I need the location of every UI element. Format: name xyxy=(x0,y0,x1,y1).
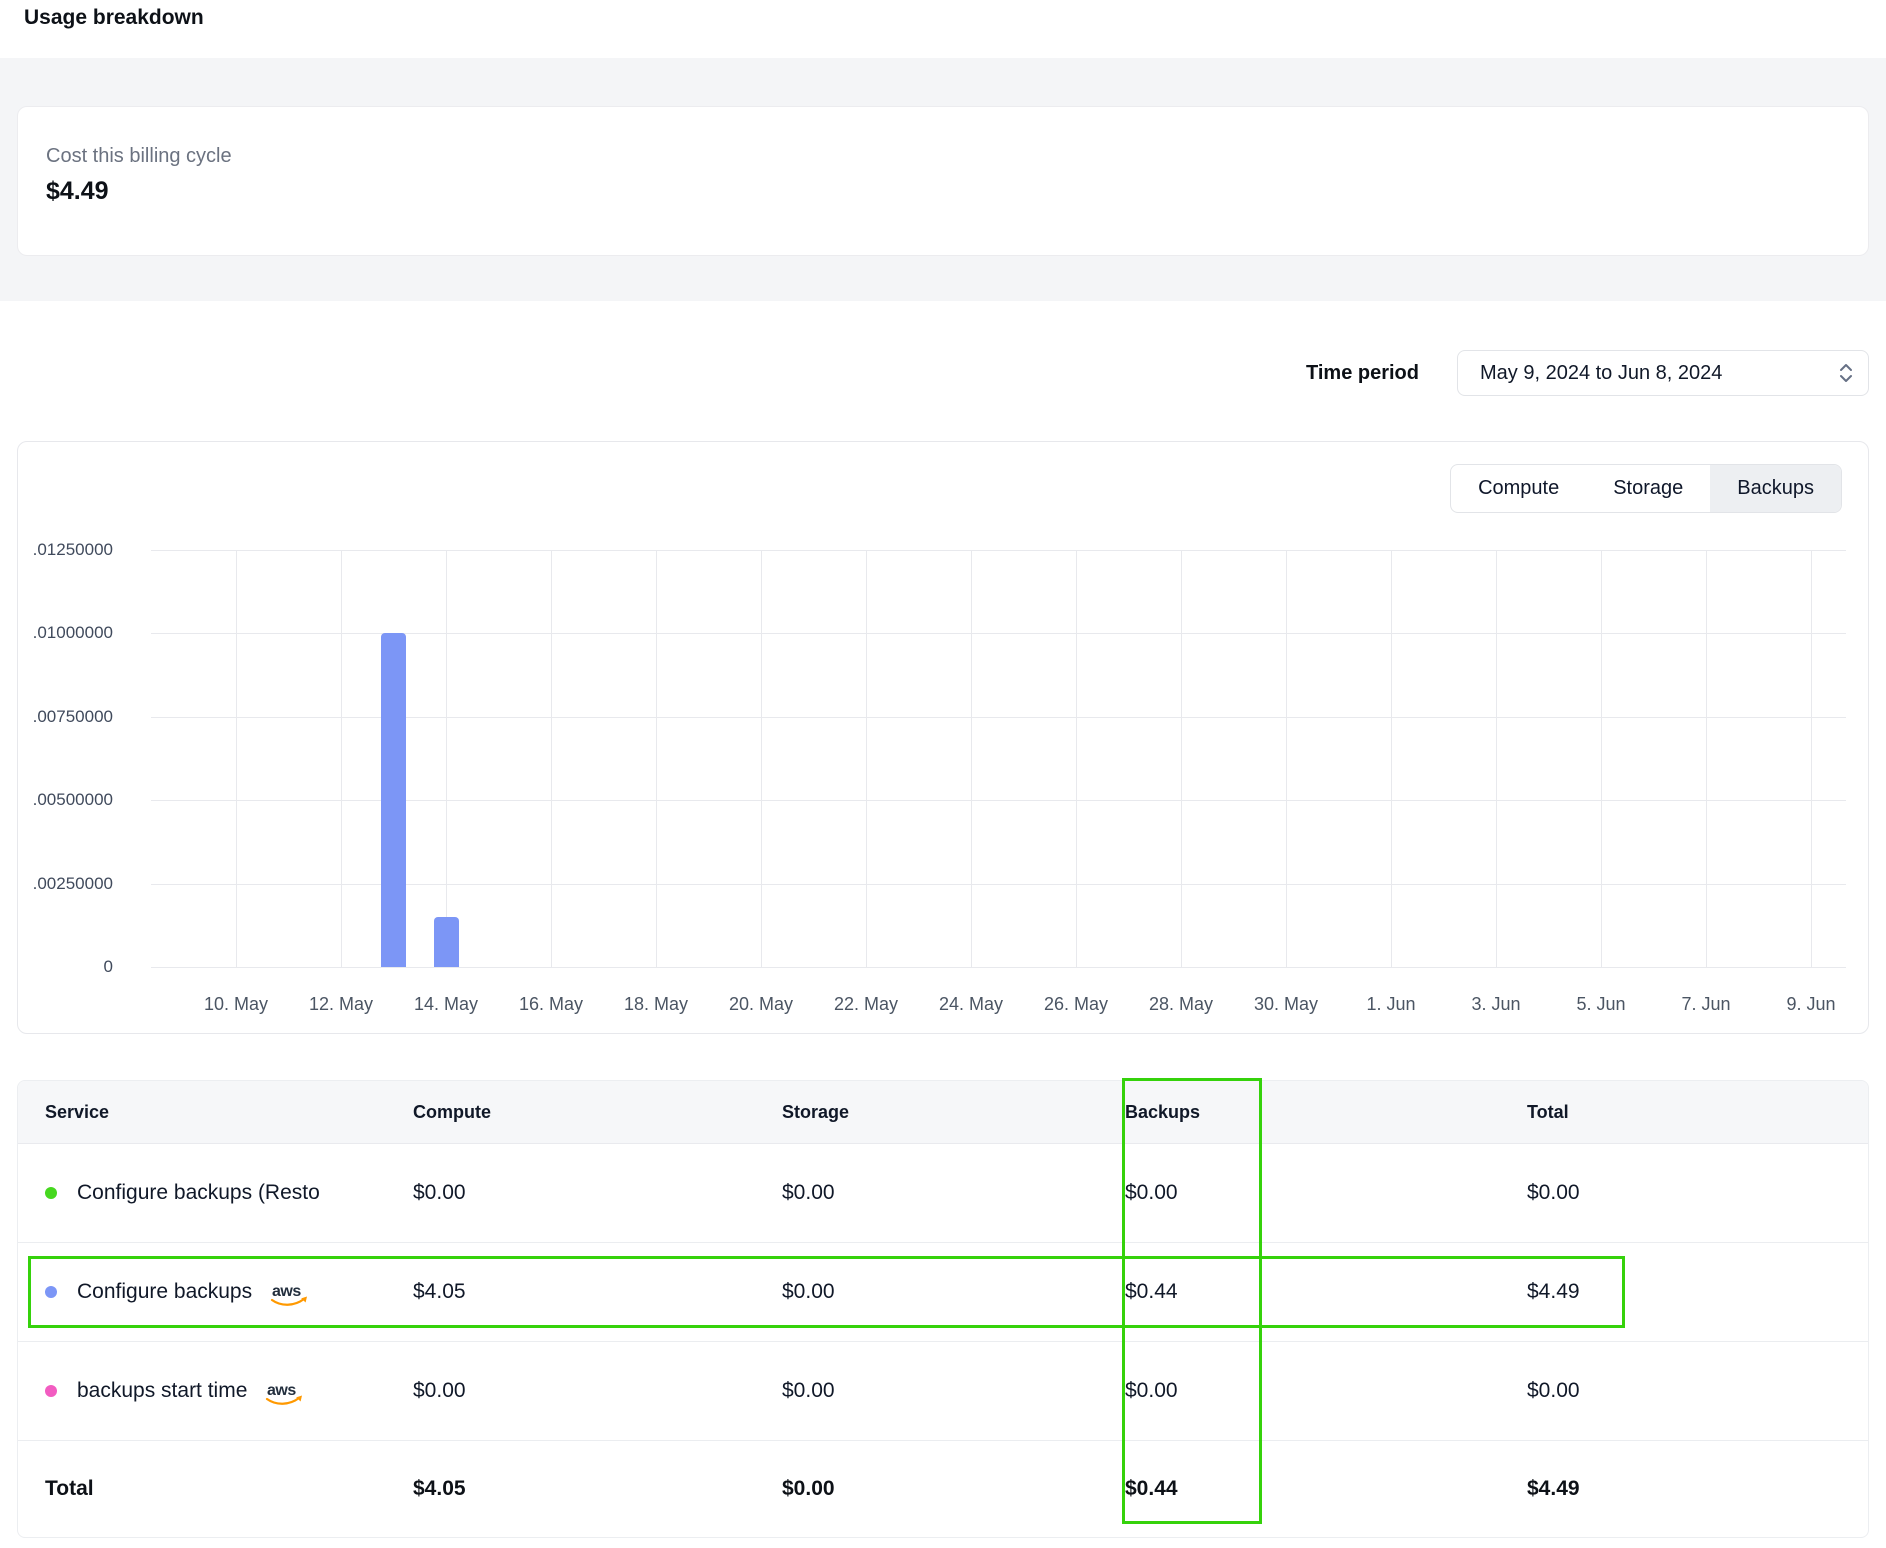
tab-compute[interactable]: Compute xyxy=(1451,465,1586,512)
usage-chart-card: ComputeStorageBackups .01250000.01000000… xyxy=(17,441,1869,1034)
table-row-configure-backups-resto: Configure backups (Resto$0.00$0.00$0.00$… xyxy=(18,1144,1868,1243)
storage-value: $0.00 xyxy=(782,1379,1125,1403)
table-total-row: Total$4.05$0.00$0.44$4.49 xyxy=(18,1441,1868,1537)
total-backups-value: $0.44 xyxy=(1125,1477,1527,1501)
chart-tabs: ComputeStorageBackups xyxy=(1450,464,1842,513)
chart-bar-14-may xyxy=(434,917,459,967)
aws-logo: aws xyxy=(263,1380,305,1405)
svg-text:aws: aws xyxy=(272,1283,301,1300)
column-header-service: Service xyxy=(45,1102,413,1123)
storage-value: $0.00 xyxy=(782,1280,1125,1304)
time-period-value: May 9, 2024 to Jun 8, 2024 xyxy=(1480,362,1722,385)
total-value: $0.00 xyxy=(1527,1181,1840,1205)
total-storage-value: $0.00 xyxy=(782,1477,1125,1501)
billing-cycle-amount: $4.49 xyxy=(46,177,1840,206)
backups-value: $0.00 xyxy=(1125,1181,1527,1205)
service-name: backups start time xyxy=(77,1379,247,1403)
billing-summary-card: Cost this billing cycle $4.49 xyxy=(17,106,1869,256)
time-period-label: Time period xyxy=(1306,362,1419,385)
aws-logo: aws xyxy=(268,1281,310,1306)
usage-table-body: Configure backups (Resto$0.00$0.00$0.00$… xyxy=(18,1144,1868,1537)
service-name: Configure backups xyxy=(77,1280,252,1304)
service-name: Configure backups (Resto xyxy=(77,1181,320,1205)
page-title: Usage breakdown xyxy=(24,6,204,30)
compute-value: $0.00 xyxy=(413,1181,782,1205)
backups-value: $0.44 xyxy=(1125,1280,1527,1304)
time-period-select[interactable]: May 9, 2024 to Jun 8, 2024 xyxy=(1457,350,1869,396)
total-value: $0.00 xyxy=(1527,1379,1840,1403)
billing-cycle-label: Cost this billing cycle xyxy=(46,145,1840,168)
usage-table-header: ServiceComputeStorageBackupsTotal xyxy=(18,1081,1868,1144)
total-total-value: $4.49 xyxy=(1527,1477,1840,1501)
series-dot xyxy=(45,1187,57,1199)
storage-value: $0.00 xyxy=(782,1181,1125,1205)
billing-summary-band: Cost this billing cycle $4.49 xyxy=(0,58,1886,301)
chevron-up-down-icon xyxy=(1838,361,1854,385)
series-dot xyxy=(45,1385,57,1397)
service-cell: Configure backups (Resto xyxy=(45,1181,413,1205)
service-cell: backups start time aws xyxy=(45,1378,413,1405)
usage-page: Usage breakdown Cost this billing cycle … xyxy=(0,0,1886,1548)
compute-value: $4.05 xyxy=(413,1280,782,1304)
column-header-backups: Backups xyxy=(1125,1102,1527,1123)
tab-storage[interactable]: Storage xyxy=(1586,465,1710,512)
chart-bar-13-may xyxy=(381,633,406,967)
column-header-compute: Compute xyxy=(413,1102,782,1123)
service-cell: Configure backups aws xyxy=(45,1279,413,1306)
table-row-configure-backups: Configure backups aws $4.05$0.00$0.44$4.49 xyxy=(18,1243,1868,1342)
aws-logo: aws xyxy=(263,1380,305,1405)
table-row-backups-start-time: backups start timeaws$0.00$0.00$0.00$0.0… xyxy=(18,1342,1868,1441)
column-header-total: Total xyxy=(1527,1102,1840,1123)
total-label: Total xyxy=(45,1477,413,1501)
chart-bars xyxy=(18,442,1868,1033)
tab-backups[interactable]: Backups xyxy=(1710,465,1841,512)
total-compute-value: $4.05 xyxy=(413,1477,782,1501)
usage-table: ServiceComputeStorageBackupsTotal Config… xyxy=(17,1080,1869,1538)
backups-value: $0.00 xyxy=(1125,1379,1527,1403)
compute-value: $0.00 xyxy=(413,1379,782,1403)
total-value: $4.49 xyxy=(1527,1280,1840,1304)
series-dot xyxy=(45,1286,57,1298)
svg-text:aws: aws xyxy=(267,1382,296,1399)
aws-logo: aws xyxy=(268,1281,310,1306)
time-period-row: Time period May 9, 2024 to Jun 8, 2024 xyxy=(1306,350,1869,396)
column-header-storage: Storage xyxy=(782,1102,1125,1123)
